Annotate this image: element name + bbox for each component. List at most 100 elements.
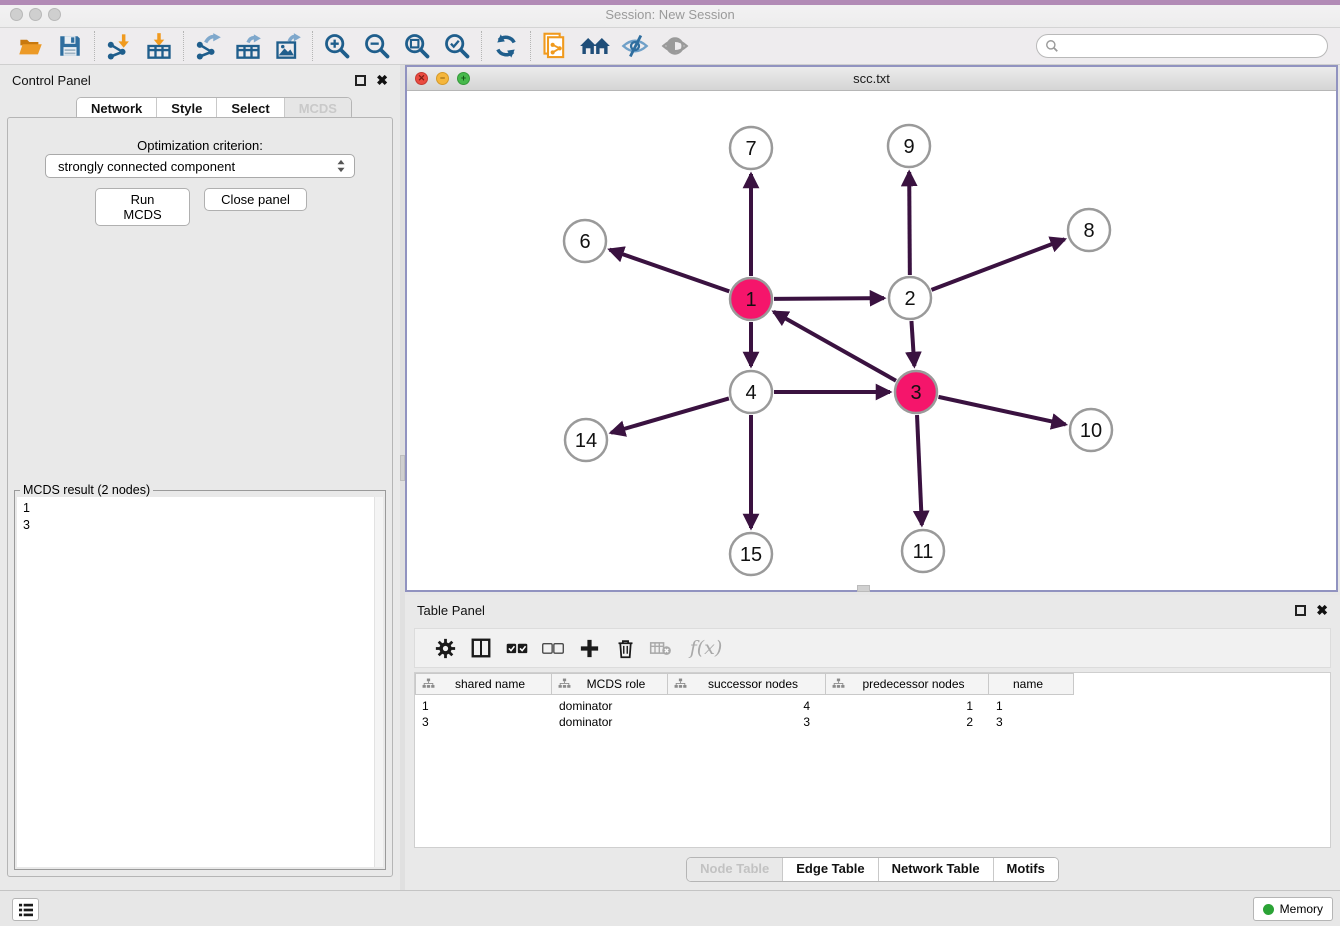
tab-network-table[interactable]: Network Table — [879, 858, 994, 881]
toolbar-separator — [183, 31, 184, 61]
column-header-name[interactable]: name — [989, 673, 1074, 695]
float-panel-icon[interactable] — [355, 75, 366, 86]
node-label-11: 11 — [913, 541, 934, 563]
edge-4-14[interactable] — [611, 398, 729, 432]
node-label-15: 15 — [740, 544, 762, 566]
home-icon[interactable] — [575, 30, 615, 62]
edge-1-2[interactable] — [774, 298, 884, 299]
open-session-icon[interactable] — [10, 30, 50, 62]
optimization-criterion-label: Optimization criterion: — [8, 138, 392, 153]
edge-3-1[interactable] — [774, 312, 896, 381]
hide-selected-icon[interactable] — [615, 30, 655, 62]
table-cell[interactable]: 3 — [668, 715, 826, 729]
table-cell[interactable]: 1 — [989, 699, 1074, 713]
status-bar: Memory — [0, 890, 1340, 926]
network-resize-handle[interactable] — [857, 585, 870, 592]
clone-network-icon[interactable] — [535, 30, 575, 62]
table-panel-tabs: Node Table Edge Table Network Table Moti… — [686, 857, 1059, 882]
settings-gear-icon[interactable] — [427, 632, 463, 664]
task-history-button[interactable] — [12, 898, 39, 921]
table-cell[interactable]: dominator — [552, 715, 668, 729]
refresh-icon[interactable] — [486, 30, 526, 62]
toolbar-separator — [530, 31, 531, 61]
table-cell[interactable]: 3 — [415, 715, 552, 729]
column-header-shared-name[interactable]: shared name — [415, 673, 552, 695]
column-header-predecessor-nodes[interactable]: predecessor nodes — [826, 673, 989, 695]
network-window-titlebar[interactable]: ✕ − + scc.txt — [407, 67, 1336, 91]
zoom-selected-icon[interactable] — [437, 30, 477, 62]
edge-2-3[interactable] — [911, 321, 914, 366]
table-body: 1dominator4113dominator323 — [415, 695, 1330, 730]
table-cell[interactable]: 1 — [415, 699, 552, 713]
close-panel-icon[interactable]: ✖ — [376, 73, 388, 87]
node-label-1: 1 — [745, 289, 756, 311]
save-session-icon[interactable] — [50, 30, 90, 62]
import-network-icon[interactable] — [99, 30, 139, 62]
tab-node-table[interactable]: Node Table — [687, 858, 783, 881]
table-toolbar: f(x) — [414, 628, 1331, 668]
run-mcds-button[interactable]: Run MCDS — [95, 188, 190, 226]
delete-table-icon — [643, 632, 679, 664]
table-cell[interactable]: 1 — [826, 699, 989, 713]
memory-button[interactable]: Memory — [1253, 897, 1333, 921]
table-panel: Table Panel ✖ — [405, 595, 1340, 890]
tab-edge-table[interactable]: Edge Table — [783, 858, 878, 881]
node-label-9: 9 — [903, 136, 914, 158]
edge-3-11[interactable] — [917, 415, 922, 525]
select-all-icon[interactable] — [499, 632, 535, 664]
memory-label: Memory — [1280, 902, 1323, 916]
export-image-icon[interactable] — [268, 30, 308, 62]
float-table-panel-icon[interactable] — [1295, 605, 1306, 616]
node-label-10: 10 — [1080, 420, 1102, 442]
edge-1-6[interactable] — [610, 250, 730, 292]
table-row[interactable]: 3dominator323 — [415, 714, 1330, 730]
window-title: Session: New Session — [0, 7, 1340, 22]
optimization-criterion-dropdown[interactable]: strongly connected component — [45, 154, 355, 178]
column-header-MCDS-role[interactable]: MCDS role — [552, 673, 668, 695]
network-window: ✕ − + scc.txt 7968124314101511 — [405, 65, 1338, 592]
table-cell[interactable]: 4 — [668, 699, 826, 713]
mcds-result-list[interactable]: 1 3 — [17, 497, 383, 867]
toggle-columns-icon[interactable] — [463, 632, 499, 664]
mcds-tab-content: Optimization criterion: strongly connect… — [7, 117, 393, 877]
table-header-row: shared nameMCDS rolesuccessor nodesprede… — [415, 673, 1330, 695]
zoom-in-icon[interactable] — [317, 30, 357, 62]
network-graph[interactable]: 7968124314101511 — [407, 91, 1336, 592]
zoom-fit-icon[interactable] — [397, 30, 437, 62]
node-label-2: 2 — [904, 288, 915, 310]
edge-2-8[interactable] — [932, 239, 1065, 290]
node-label-4: 4 — [745, 382, 756, 404]
search-box[interactable] — [1036, 34, 1328, 58]
control-panel-title: Control Panel — [12, 73, 355, 88]
network-view[interactable]: 7968124314101511 — [407, 91, 1336, 590]
column-header-successor-nodes[interactable]: successor nodes — [668, 673, 826, 695]
result-scrollbar[interactable] — [374, 497, 383, 867]
memory-status-icon — [1263, 904, 1274, 915]
zoom-out-icon[interactable] — [357, 30, 397, 62]
table-cell[interactable]: 3 — [989, 715, 1074, 729]
close-panel-button[interactable]: Close panel — [204, 188, 307, 211]
toolbar-separator — [312, 31, 313, 61]
edge-2-9[interactable] — [909, 172, 910, 275]
table-panel-title: Table Panel — [417, 603, 1295, 618]
edge-3-10[interactable] — [938, 397, 1065, 425]
deselect-all-icon[interactable] — [535, 632, 571, 664]
tab-motifs[interactable]: Motifs — [994, 858, 1058, 881]
table-cell[interactable]: 2 — [826, 715, 989, 729]
dropdown-value: strongly connected component — [58, 159, 235, 174]
node-label-3: 3 — [910, 382, 921, 404]
node-label-7: 7 — [745, 138, 756, 160]
import-table-icon[interactable] — [139, 30, 179, 62]
table-cell[interactable]: dominator — [552, 699, 668, 713]
search-input[interactable] — [1059, 39, 1327, 53]
network-window-title: scc.txt — [407, 71, 1336, 86]
delete-row-icon[interactable] — [607, 632, 643, 664]
table-row[interactable]: 1dominator411 — [415, 698, 1330, 714]
node-label-14: 14 — [575, 430, 597, 452]
add-row-icon[interactable] — [571, 632, 607, 664]
export-table-icon[interactable] — [228, 30, 268, 62]
search-icon — [1045, 39, 1059, 53]
close-table-panel-icon[interactable]: ✖ — [1316, 603, 1328, 617]
toolbar-separator — [94, 31, 95, 61]
export-network-icon[interactable] — [188, 30, 228, 62]
